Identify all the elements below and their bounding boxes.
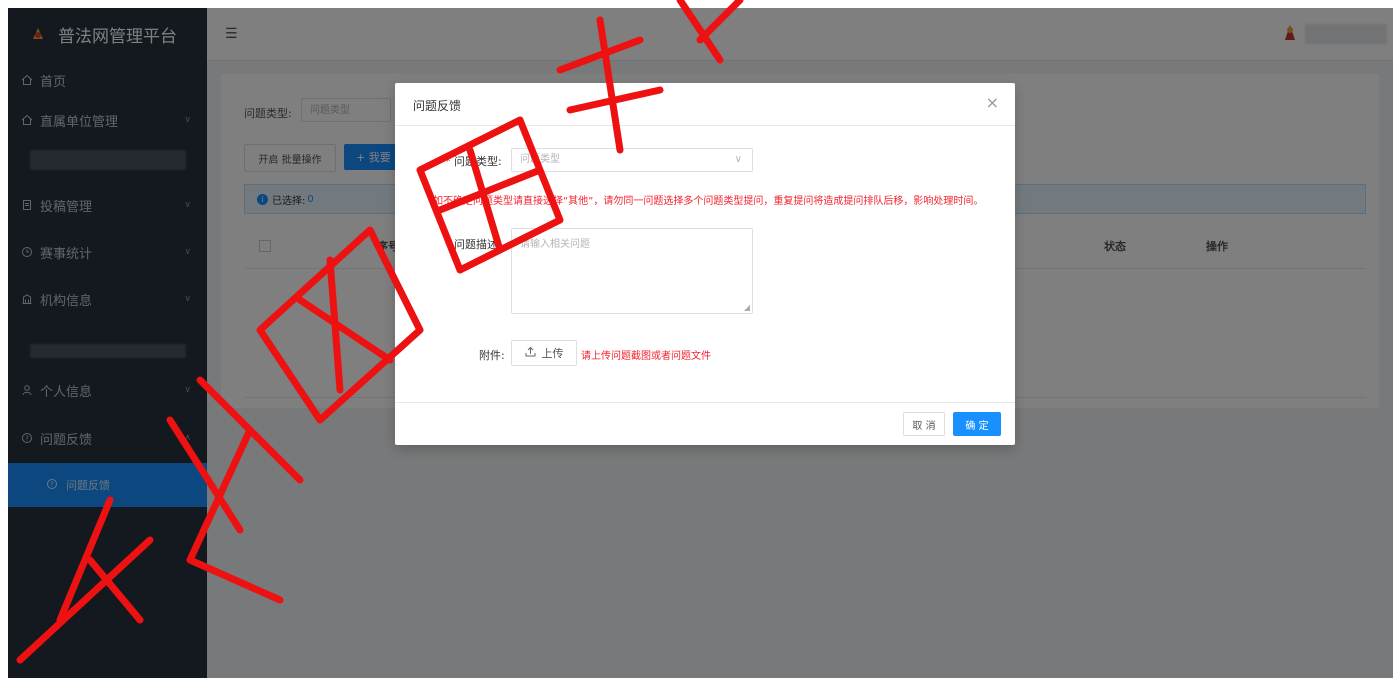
type-field-label: * 问题类型: xyxy=(445,153,502,169)
required-mark: * xyxy=(445,238,454,251)
desc-label-text: 问题描述: xyxy=(454,238,502,251)
upload-button[interactable]: 上传 xyxy=(511,340,577,366)
description-placeholder: 请输入相关问题 xyxy=(520,239,590,250)
resize-handle-icon[interactable]: ◢ xyxy=(744,303,750,312)
problem-type-select[interactable]: 问题类型 ∨ xyxy=(511,148,753,172)
desc-field-label: * 问题描述: xyxy=(445,236,502,252)
upload-icon xyxy=(525,346,536,360)
problem-description-textarea[interactable]: 请输入相关问题 ◢ xyxy=(511,228,753,314)
dialog-title: 问题反馈 xyxy=(413,99,462,113)
confirm-button[interactable]: 确 定 xyxy=(953,412,1001,436)
cancel-button[interactable]: 取 消 xyxy=(903,412,945,436)
feedback-dialog: 问题反馈 × * 问题类型: 问题类型 ∨ *如不确定问题类型请直接选择“其他”… xyxy=(395,83,1015,445)
warning-text: *如不确定问题类型请直接选择“其他”，请勿同一问题选择多个问题类型提问，重复提问… xyxy=(428,196,984,207)
required-mark: * xyxy=(445,155,454,168)
app-frame: 普法网管理平台 首页 直属单位管理 ∨ 投稿管理 ∨ xyxy=(8,8,1393,678)
type-label-text: 问题类型: xyxy=(454,155,502,168)
close-icon[interactable]: × xyxy=(986,93,999,112)
upload-label: 上传 xyxy=(541,347,564,360)
upload-hint: 请上传问题截图或者问题文件 xyxy=(581,351,711,362)
chevron-down-icon: ∨ xyxy=(734,154,742,165)
attachment-label: 附件: xyxy=(479,349,505,362)
divider xyxy=(395,402,1015,403)
problem-type-placeholder: 问题类型 xyxy=(520,154,560,165)
divider xyxy=(395,125,1015,126)
